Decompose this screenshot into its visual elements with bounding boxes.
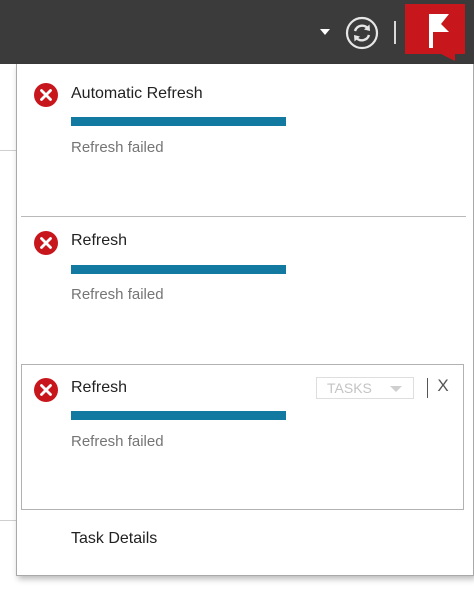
chevron-down-icon bbox=[390, 386, 402, 392]
task-item-automatic-refresh[interactable]: Automatic Refresh Refresh failed bbox=[17, 64, 465, 216]
vertical-separator bbox=[427, 378, 428, 398]
task-title: Refresh bbox=[71, 232, 128, 249]
task-title: Refresh bbox=[71, 379, 128, 396]
task-progress-bar bbox=[71, 117, 286, 126]
task-progress-bar bbox=[71, 265, 286, 274]
tasks-dropdown-label: TASKS bbox=[327, 380, 372, 396]
task-title: Automatic Refresh bbox=[71, 85, 203, 102]
task-status: Refresh failed bbox=[71, 286, 164, 303]
task-status: Refresh failed bbox=[71, 139, 164, 156]
task-item-refresh[interactable]: Refresh Refresh failed bbox=[17, 217, 465, 363]
chevron-down-icon[interactable] bbox=[320, 29, 330, 35]
toolbar-separator bbox=[394, 21, 396, 44]
flag-icon[interactable] bbox=[405, 4, 465, 61]
close-button[interactable]: X bbox=[435, 375, 451, 397]
error-icon bbox=[34, 378, 58, 402]
task-status: Refresh failed bbox=[71, 433, 164, 450]
task-progress-bar bbox=[71, 411, 286, 420]
refresh-icon[interactable] bbox=[345, 16, 379, 50]
title-bar bbox=[0, 0, 474, 64]
task-item-refresh-selected[interactable]: Refresh Refresh failed TASKS X bbox=[21, 364, 464, 510]
notifications-panel: Automatic Refresh Refresh failed Refresh… bbox=[16, 64, 474, 576]
tasks-dropdown[interactable]: TASKS bbox=[316, 377, 414, 399]
task-details-link[interactable]: Task Details bbox=[71, 530, 157, 548]
error-icon bbox=[34, 231, 58, 255]
error-icon bbox=[34, 83, 58, 107]
